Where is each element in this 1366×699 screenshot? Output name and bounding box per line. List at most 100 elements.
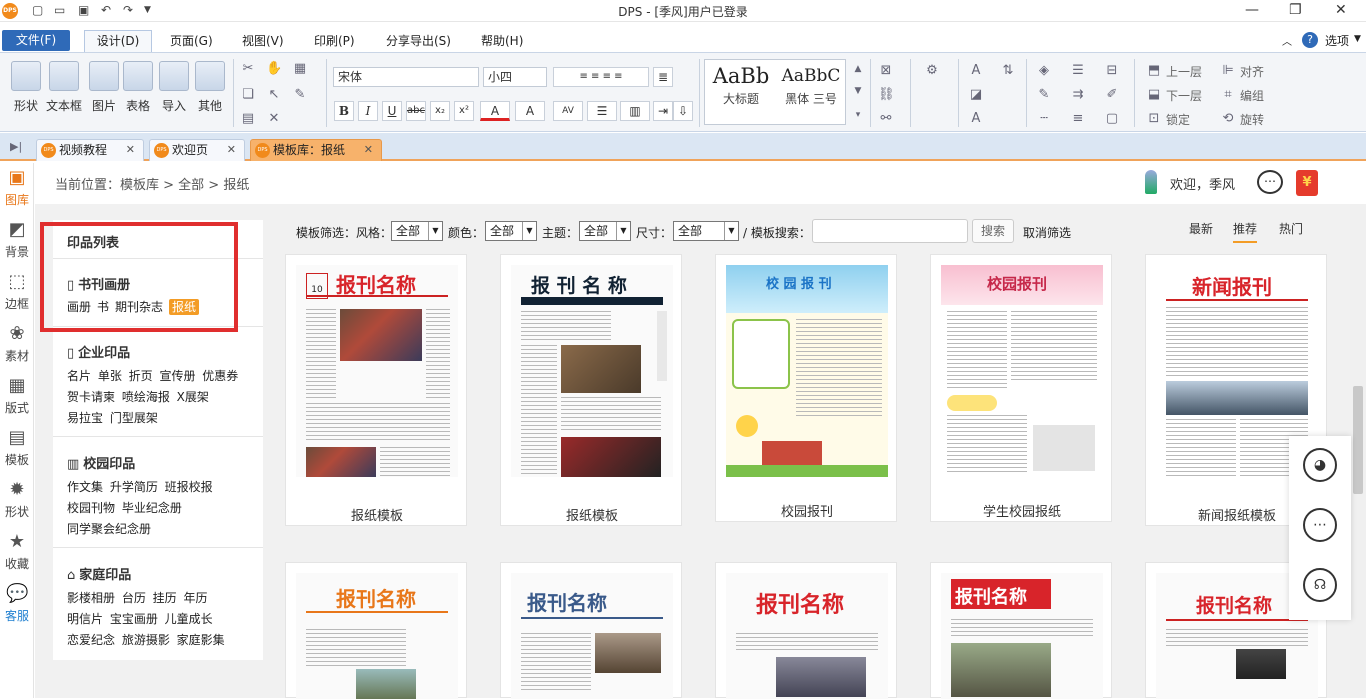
italic-button[interactable]: I: [358, 101, 378, 121]
arrow-style-icon[interactable]: ⇉: [1070, 87, 1086, 103]
category-row[interactable]: 贺卡请柬 喷绘海报 X展架: [67, 388, 209, 405]
menu-view[interactable]: 视图(V): [242, 32, 284, 49]
sidebar-item-border[interactable]: ⬚ 边框: [0, 271, 34, 312]
sort-hot[interactable]: 热门: [1279, 220, 1303, 237]
menu-share[interactable]: 分享导出(S): [386, 32, 451, 49]
link-icon[interactable]: ⛓: [878, 87, 895, 103]
send-backward-icon[interactable]: ⬓: [1146, 87, 1162, 103]
sidebar-item-material[interactable]: ❀ 素材: [0, 323, 34, 364]
options-arrow-icon[interactable]: ▼: [1354, 34, 1361, 44]
gallery-up-icon[interactable]: ▲: [850, 61, 866, 77]
textbox-button[interactable]: 文本框: [45, 61, 83, 114]
bold-button[interactable]: B: [334, 101, 354, 121]
superscript-button[interactable]: x²: [454, 101, 474, 121]
filter-color-select[interactable]: 全部 ▼: [485, 221, 537, 241]
unlink-icon[interactable]: ⚯: [878, 111, 894, 127]
magic-icon[interactable]: ✎: [292, 87, 308, 103]
char-spacing-button[interactable]: AV: [553, 101, 583, 121]
category-row[interactable]: 易拉宝 门型展架: [67, 409, 158, 426]
template-card[interactable]: 报刊名称: [500, 562, 682, 699]
lock-icon[interactable]: ⊡: [1146, 111, 1162, 127]
template-card[interactable]: 报刊名称: [715, 562, 897, 699]
fill-color-icon[interactable]: ◈: [1036, 63, 1052, 79]
close-icon[interactable]: ✕: [1335, 2, 1347, 18]
gallery-more-icon[interactable]: ▾: [850, 107, 866, 123]
tab-welcome[interactable]: DPS 欢迎页 ✕: [149, 139, 245, 161]
shadow-icon[interactable]: ▢: [1104, 111, 1120, 127]
subscript-button[interactable]: x₂: [430, 101, 450, 121]
style-heading[interactable]: AaBb 大标题: [709, 62, 773, 107]
send-backward-button[interactable]: 下一层: [1166, 87, 1202, 104]
menu-file[interactable]: 文件(F): [2, 30, 70, 51]
import-button[interactable]: 导入: [156, 61, 192, 114]
filter-size-select[interactable]: 全部 ▼: [673, 221, 739, 241]
category-row[interactable]: 明信片 宝宝画册 儿童成长: [67, 610, 213, 627]
line-color-icon[interactable]: ✎: [1036, 87, 1052, 103]
picture-tool-icon[interactable]: ▦: [292, 61, 308, 77]
category-row[interactable]: 恋爱纪念 旅游摄影 家庭影集: [67, 631, 225, 648]
format-painter-icon[interactable]: ⊟: [1104, 63, 1120, 79]
category-row[interactable]: 名片 单张 折页 宣传册 优惠券: [67, 367, 238, 384]
template-card[interactable]: 校 园 报 刊 校园报刊: [715, 254, 897, 522]
font-family-select[interactable]: 宋体: [333, 67, 479, 87]
sidebar-item-background[interactable]: ◩ 背景: [0, 219, 34, 260]
delete-icon[interactable]: ✕: [266, 111, 282, 127]
template-card[interactable]: 报刊名称: [285, 562, 467, 699]
headset-support-icon[interactable]: ☊: [1303, 568, 1337, 602]
sort-recommended[interactable]: 推荐: [1233, 220, 1258, 243]
rotate-button[interactable]: 旋转: [1240, 111, 1264, 128]
category-row[interactable]: 同学聚会纪念册: [67, 520, 151, 537]
settings-icon[interactable]: ⚙: [924, 63, 940, 79]
underline-button[interactable]: U: [382, 101, 402, 121]
red-envelope-icon[interactable]: ¥: [1296, 170, 1318, 196]
wechat-icon[interactable]: ⋯: [1303, 508, 1337, 542]
template-search-input[interactable]: [812, 219, 968, 243]
scrollbar-thumb[interactable]: [1353, 386, 1363, 494]
collapse-ribbon-icon[interactable]: ︿: [1282, 33, 1292, 48]
bring-forward-icon[interactable]: ⬒: [1146, 63, 1162, 79]
sidebar-item-layout[interactable]: ▦ 版式: [0, 375, 34, 416]
group-button[interactable]: 编组: [1240, 87, 1264, 104]
menu-page[interactable]: 页面(G): [170, 32, 213, 49]
template-card[interactable]: 10 报刊名称 报纸模板: [285, 254, 467, 526]
close-tab-icon[interactable]: ✕: [227, 140, 236, 160]
rotate-icon[interactable]: ⟲: [1220, 111, 1236, 127]
align-group[interactable]: ≡ ≡ ≡ ≡: [553, 67, 649, 87]
indent-button[interactable]: ⇥: [653, 101, 673, 121]
tab-video-tutorial[interactable]: DPS 视频教程 ✕: [36, 139, 144, 161]
qq-icon[interactable]: ◕: [1303, 448, 1337, 482]
select-icon[interactable]: ↖: [266, 87, 282, 103]
sidebar-item-template[interactable]: ▤ 模板: [0, 427, 34, 468]
strikethrough-button[interactable]: abc: [406, 101, 426, 121]
restore-icon[interactable]: ❐: [1289, 2, 1302, 18]
help-icon[interactable]: ?: [1302, 32, 1318, 48]
menu-print[interactable]: 印刷(P): [314, 32, 355, 49]
table-button[interactable]: 表格: [120, 61, 156, 114]
line-spacing-button[interactable]: ☰: [587, 101, 617, 121]
font-color-button[interactable]: A: [480, 101, 510, 121]
gallery-down-icon[interactable]: ▼: [850, 83, 866, 99]
align-icon[interactable]: ⊫: [1220, 63, 1236, 79]
minimize-icon[interactable]: —: [1245, 2, 1259, 18]
line-weight-icon[interactable]: ≡: [1070, 111, 1086, 127]
menu-design[interactable]: 设计(D): [84, 30, 152, 52]
bring-forward-button[interactable]: 上一层: [1166, 63, 1202, 80]
lock-button[interactable]: 锁定: [1166, 111, 1190, 128]
paste-icon[interactable]: ▤: [240, 111, 256, 127]
vertical-text-button[interactable]: ⇩: [673, 101, 693, 121]
list-icon[interactable]: ☰: [1070, 63, 1086, 79]
close-tab-icon[interactable]: ✕: [126, 140, 135, 160]
align-button[interactable]: 对齐: [1240, 63, 1264, 80]
sidebar-item-favorites[interactable]: ★ 收藏: [0, 531, 34, 572]
options-menu[interactable]: 选项: [1325, 32, 1349, 49]
sidebar-item-customer-service[interactable]: 💬 客服: [0, 583, 34, 624]
search-button[interactable]: 搜索: [972, 219, 1014, 243]
sort-newest[interactable]: 最新: [1189, 220, 1213, 237]
category-row[interactable]: 校园刊物 毕业纪念册: [67, 499, 182, 516]
cut-icon[interactable]: ✂: [240, 61, 256, 77]
justify-button[interactable]: ≣: [653, 67, 673, 87]
filter-theme-select[interactable]: 全部 ▼: [579, 221, 631, 241]
text-style-gallery[interactable]: AaBb 大标题 AaBbC 黑体 三号: [704, 59, 846, 125]
close-tab-icon[interactable]: ✕: [364, 140, 373, 160]
clear-filter-link[interactable]: 取消筛选: [1023, 224, 1071, 241]
